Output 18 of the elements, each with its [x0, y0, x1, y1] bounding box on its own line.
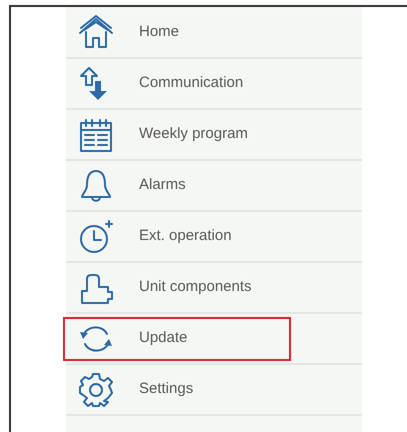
menu-label: Update [139, 328, 188, 348]
menu-label: Unit components [139, 277, 252, 298]
clock-icon [77, 218, 115, 256]
menu-item[interactable]: Settings [66, 365, 362, 416]
menu-item[interactable]: Communication [66, 59, 362, 110]
menu-item[interactable]: Update [66, 314, 362, 365]
menu-item[interactable]: Home [66, 8, 362, 59]
menu-item[interactable]: Weekly program [66, 110, 362, 161]
menu-label: Ext. operation [139, 226, 232, 246]
menu-label: Home [139, 22, 180, 42]
gear-icon [77, 370, 115, 408]
menu-label: Alarms [139, 175, 186, 196]
menu-label: Settings [139, 379, 194, 400]
menu-item[interactable]: Unit components [66, 263, 362, 314]
menu-item[interactable]: Ext. operation [66, 212, 362, 263]
menu-label: Weekly program [139, 124, 248, 144]
menu-label: Communication [139, 73, 244, 94]
menu-item[interactable]: Alarms [66, 161, 362, 212]
